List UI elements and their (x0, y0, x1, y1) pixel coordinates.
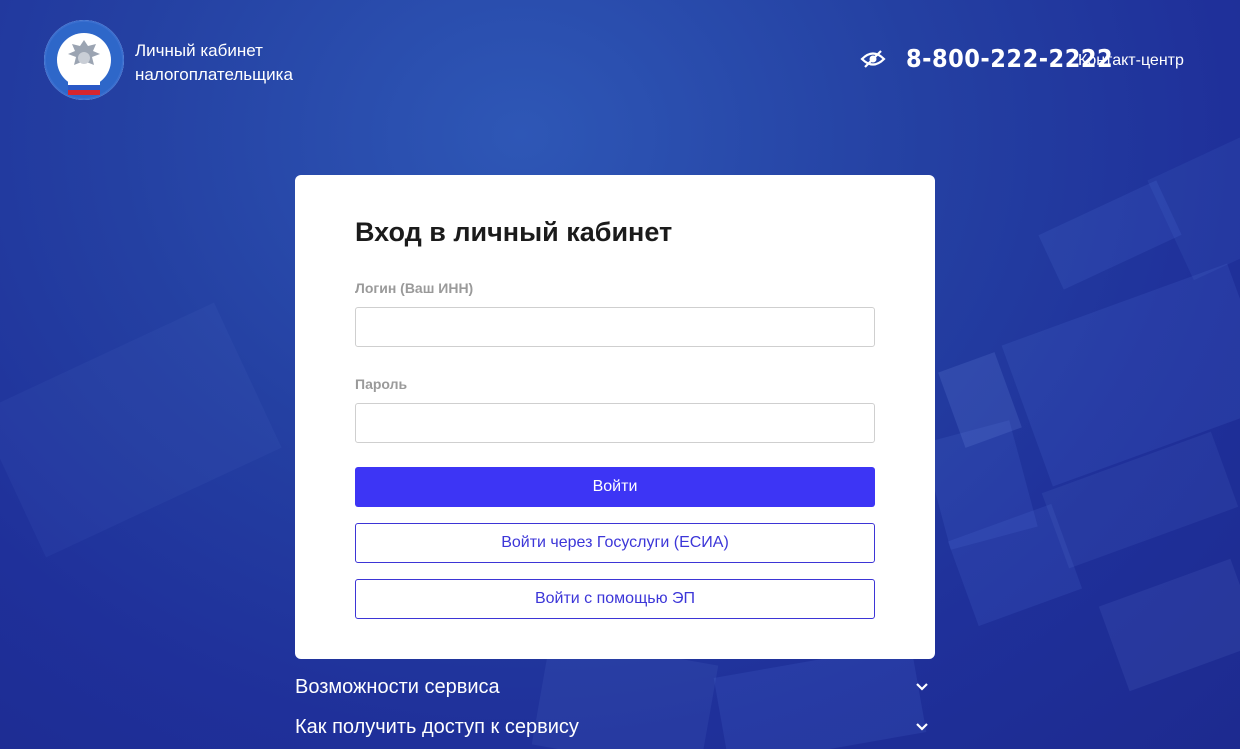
fns-emblem-icon[interactable] (44, 20, 124, 100)
login-card: Вход в личный кабинет Логин (Ваш ИНН) Па… (295, 175, 935, 659)
accordion-label: Как получить доступ к сервису (295, 715, 579, 738)
header: Личный кабинет налогоплательщика 8-800-2… (0, 0, 1240, 130)
contact-center-link[interactable]: Контакт-центр (1078, 52, 1184, 70)
chevron-down-icon (916, 723, 928, 731)
ep-login-button[interactable]: Войти с помощью ЭП (355, 579, 875, 619)
password-label: Пароль (355, 376, 408, 392)
brand-line-1: Личный кабинет (135, 41, 263, 60)
brand-line-2: налогоплательщика (135, 65, 293, 84)
brand-title[interactable]: Личный кабинет налогоплательщика (135, 39, 293, 87)
accordion-access[interactable]: Как получить доступ к сервису (295, 709, 935, 745)
eye-icon[interactable] (860, 48, 886, 70)
gosuslugi-login-button[interactable]: Войти через Госуслуги (ЕСИА) (355, 523, 875, 563)
password-input[interactable] (355, 403, 875, 443)
login-button[interactable]: Войти (355, 467, 875, 507)
accordion-service-features[interactable]: Возможности сервиса (295, 669, 935, 705)
accordion-label: Возможности сервиса (295, 675, 500, 698)
login-label: Логин (Ваш ИНН) (355, 280, 474, 296)
login-input[interactable] (355, 307, 875, 347)
login-title: Вход в личный кабинет (355, 217, 673, 247)
chevron-down-icon (916, 683, 928, 691)
